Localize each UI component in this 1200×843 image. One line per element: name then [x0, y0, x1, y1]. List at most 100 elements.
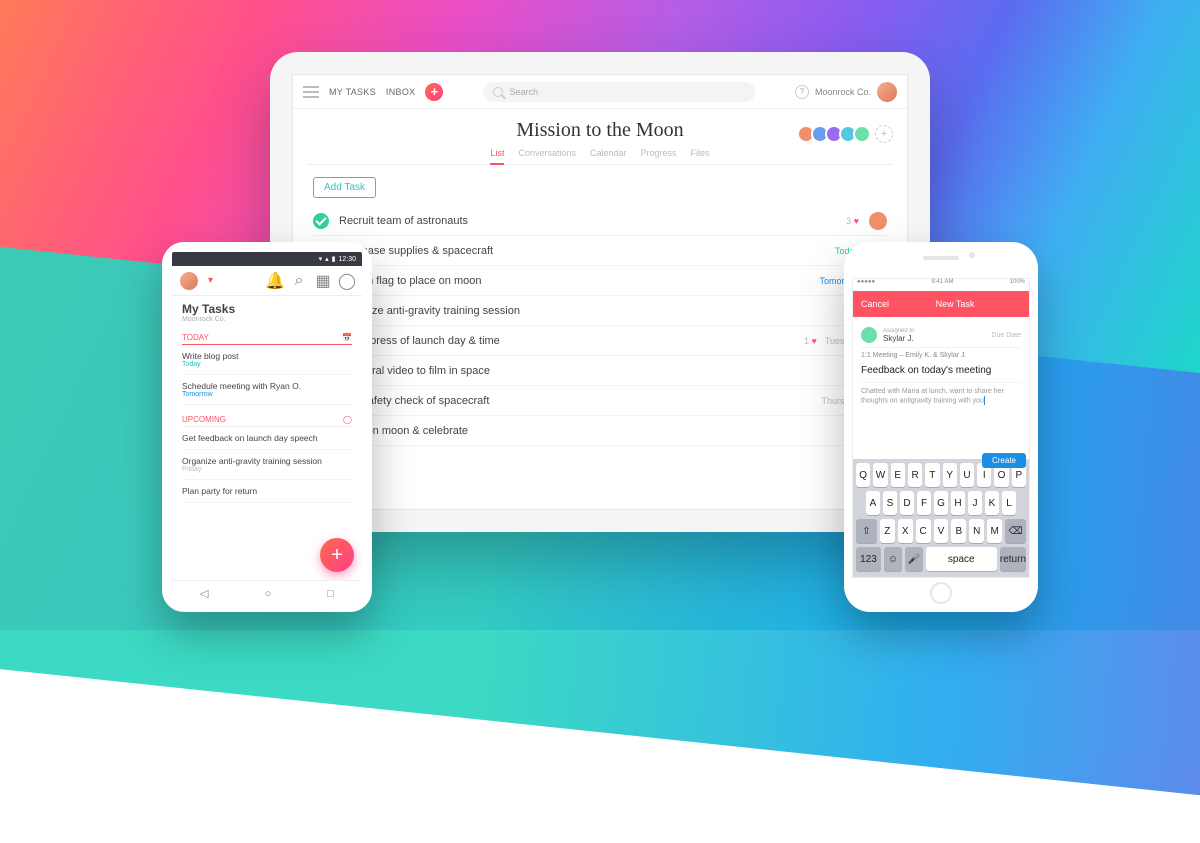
- due-date-label[interactable]: Due Date: [991, 332, 1021, 339]
- search-icon: [493, 87, 503, 97]
- tab-progress[interactable]: Progress: [641, 148, 677, 158]
- key-l[interactable]: L: [1002, 491, 1016, 515]
- task-row[interactable]: Run safety check of spacecraftThursday: [313, 386, 887, 416]
- home-button[interactable]: ○: [265, 588, 272, 600]
- calendar-icon[interactable]: 📅: [342, 333, 352, 342]
- key-⌫[interactable]: ⌫: [1005, 519, 1026, 543]
- back-button[interactable]: ◁: [200, 587, 208, 600]
- key-u[interactable]: U: [960, 463, 974, 487]
- tab-list[interactable]: List: [490, 148, 504, 165]
- like-count[interactable]: 3 ♥: [846, 216, 859, 226]
- task-row[interactable]: Purchase supplies & spacecraftToday: [313, 236, 887, 266]
- task-title: Land on moon & celebrate: [339, 425, 861, 437]
- key-return[interactable]: return: [1000, 547, 1026, 571]
- key-a[interactable]: A: [866, 491, 880, 515]
- key-j[interactable]: J: [968, 491, 982, 515]
- key-w[interactable]: W: [873, 463, 887, 487]
- task-row[interactable]: Write blog postToday: [182, 345, 352, 375]
- task-row[interactable]: Organize anti-gravity training session: [313, 296, 887, 326]
- cancel-button[interactable]: Cancel: [861, 299, 889, 309]
- laptop-screen: MY TASKS INBOX + Search ? Moonrock Co. M…: [292, 74, 908, 510]
- task-row[interactable]: Recruit team of astronauts 3 ♥: [313, 206, 887, 236]
- task-row[interactable]: Plan party for return: [182, 480, 352, 503]
- task-row[interactable]: Land on moon & celebrate2 ♡: [313, 416, 887, 446]
- nav-my-tasks[interactable]: MY TASKS: [329, 87, 376, 97]
- key-t[interactable]: T: [925, 463, 939, 487]
- key-⇧[interactable]: ⇧: [856, 519, 877, 543]
- task-title-input[interactable]: Feedback on today's meeting: [861, 363, 1021, 383]
- key-e[interactable]: E: [891, 463, 905, 487]
- bell-icon[interactable]: 🔔: [268, 274, 282, 288]
- key-🎤[interactable]: 🎤: [905, 547, 923, 571]
- task-row[interactable]: Notify press of launch day & time1 ♥Tues…: [313, 326, 887, 356]
- help-icon[interactable]: ?: [795, 85, 809, 99]
- create-button[interactable]: Create: [982, 453, 1026, 468]
- status-time: 9:41 AM: [931, 279, 953, 291]
- android-header: ▾ 🔔 ⌕ ▦ ◯: [172, 266, 362, 296]
- workspace-switcher[interactable]: ? Moonrock Co.: [795, 82, 897, 102]
- add-icon[interactable]: +: [425, 83, 443, 101]
- project-members: +: [801, 125, 893, 143]
- chat-icon[interactable]: ◯: [340, 274, 354, 288]
- task-title: Run safety check of spacecraft: [339, 395, 811, 407]
- key-n[interactable]: N: [969, 519, 984, 543]
- key-m[interactable]: M: [987, 519, 1002, 543]
- ios-body: Assigned to Skylar J. Due Date 1:1 Meeti…: [853, 317, 1029, 459]
- task-description-input[interactable]: Chatted with Maria at lunch, want to sha…: [861, 383, 1021, 410]
- key-☺[interactable]: ☺: [884, 547, 902, 571]
- key-d[interactable]: D: [900, 491, 914, 515]
- project-tabs: List Conversations Calendar Progress Fil…: [307, 148, 893, 165]
- assignee-row[interactable]: Assigned to Skylar J. Due Date: [861, 323, 1021, 348]
- task-checkbox[interactable]: [313, 213, 329, 229]
- key-h[interactable]: H: [951, 491, 965, 515]
- fab-add-button[interactable]: +: [320, 538, 354, 572]
- battery-icon: ▮: [332, 255, 336, 263]
- top-bar: MY TASKS INBOX + Search ? Moonrock Co.: [293, 75, 907, 109]
- add-task-button[interactable]: Add Task: [313, 177, 376, 198]
- key-f[interactable]: F: [917, 491, 931, 515]
- task-row[interactable]: Organize anti-gravity training sessionFr…: [182, 450, 352, 480]
- task-row[interactable]: Design flag to place on moonTomorrow: [313, 266, 887, 296]
- key-k[interactable]: K: [985, 491, 999, 515]
- key-r[interactable]: R: [908, 463, 922, 487]
- menu-icon[interactable]: [303, 86, 319, 98]
- tab-calendar[interactable]: Calendar: [590, 148, 627, 158]
- task-row[interactable]: Plan viral video to film in space: [313, 356, 887, 386]
- like-count[interactable]: 1 ♥: [804, 336, 817, 346]
- sync-icon[interactable]: ◯: [343, 415, 352, 424]
- recents-button[interactable]: □: [327, 588, 334, 600]
- task-title: Plan viral video to film in space: [339, 365, 877, 377]
- key-s[interactable]: S: [883, 491, 897, 515]
- keyboard: QWERTYUIOP ASDFGHJKL ⇧ZXCVBNM⌫ 123☺🎤spac…: [853, 459, 1029, 577]
- key-q[interactable]: Q: [856, 463, 870, 487]
- key-space[interactable]: space: [926, 547, 997, 571]
- project-line[interactable]: 1:1 Meeting – Emily K. & Skylar J.: [861, 348, 1021, 363]
- user-avatar[interactable]: [180, 272, 198, 290]
- home-button[interactable]: [930, 582, 952, 604]
- assignee-name: Skylar J.: [883, 334, 914, 343]
- member-avatar[interactable]: [853, 125, 871, 143]
- key-g[interactable]: G: [934, 491, 948, 515]
- tab-files[interactable]: Files: [691, 148, 710, 158]
- task-row[interactable]: Get feedback on launch day speech: [182, 427, 352, 450]
- tab-conversations[interactable]: Conversations: [518, 148, 576, 158]
- key-c[interactable]: C: [916, 519, 931, 543]
- key-123[interactable]: 123: [856, 547, 881, 571]
- key-x[interactable]: X: [898, 519, 913, 543]
- add-member-button[interactable]: +: [875, 125, 893, 143]
- nav-title: New Task: [936, 299, 975, 309]
- task-row[interactable]: Schedule meeting with Ryan O.Tomorrow: [182, 375, 352, 405]
- user-avatar[interactable]: [877, 82, 897, 102]
- iphone-screen: ●●●●● 9:41 AM 100% Cancel New Task Assig…: [852, 278, 1030, 578]
- dropdown-icon[interactable]: ▾: [208, 275, 213, 286]
- key-b[interactable]: B: [951, 519, 966, 543]
- key-v[interactable]: V: [934, 519, 949, 543]
- nav-inbox[interactable]: INBOX: [386, 87, 416, 97]
- search-icon[interactable]: ⌕: [292, 274, 306, 288]
- assignee-avatar[interactable]: [869, 212, 887, 230]
- calendar-icon[interactable]: ▦: [316, 274, 330, 288]
- key-y[interactable]: Y: [943, 463, 957, 487]
- task-title: Recruit team of astronauts: [339, 215, 836, 227]
- search-input[interactable]: Search: [483, 82, 755, 102]
- key-z[interactable]: Z: [880, 519, 895, 543]
